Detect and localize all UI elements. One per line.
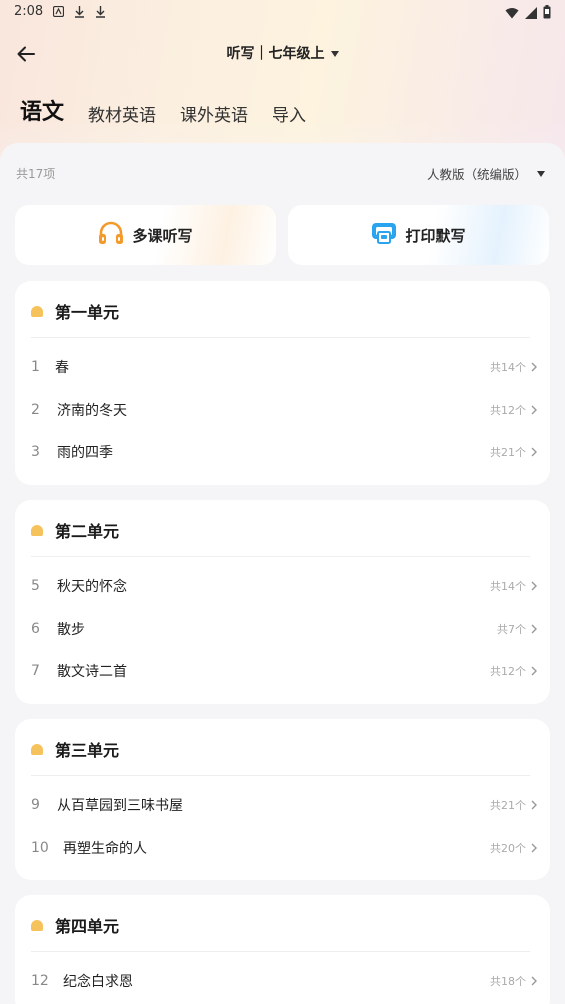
lesson-word-count: 共14个 [490, 580, 526, 593]
lesson-number: 6 [31, 621, 40, 637]
lesson-number: 7 [31, 663, 40, 679]
chevron-right-icon [531, 800, 537, 810]
divider [31, 951, 530, 952]
caret-down-icon [537, 170, 545, 177]
chevron-right-icon [531, 362, 537, 372]
lesson-number: 2 [31, 402, 40, 418]
lesson-title: 纪念白求恩 [63, 974, 133, 990]
lesson-number: 3 [31, 444, 40, 460]
status-bar: 2:08 [0, 0, 565, 24]
grade-selector[interactable]: 听写｜七年级上 [0, 40, 565, 66]
signal-icon [525, 4, 537, 23]
unit-bullet-icon [31, 305, 43, 317]
print-dictation-label: 打印默写 [405, 226, 466, 245]
lesson-number: 9 [31, 797, 40, 813]
lesson-row[interactable]: 12 纪念白求恩 共18个 [15, 963, 550, 999]
status-time: 2:08 [14, 4, 44, 19]
lesson-row[interactable]: 6 散步 共7个 [15, 611, 550, 647]
app-notification-icon [52, 3, 65, 19]
lesson-word-count: 共12个 [490, 665, 526, 678]
lesson-word-count: 共14个 [490, 361, 526, 374]
lesson-title: 秋天的怀念 [57, 579, 127, 595]
unit-card: 第一单元 1 春 共14个 2 济南的冬天 共12个 3 雨的四季 共21个 [15, 281, 550, 485]
system-icons [505, 4, 551, 23]
page-title: 听写｜七年级上 [226, 46, 325, 62]
lesson-title: 春 [55, 360, 69, 376]
divider [31, 556, 530, 557]
lesson-word-count: 共7个 [497, 623, 526, 636]
lesson-word-count: 共21个 [490, 799, 526, 812]
tab-chinese[interactable]: 语文 [20, 94, 64, 126]
lesson-row[interactable]: 7 散文诗二首 共12个 [15, 653, 550, 689]
lesson-title: 从百草园到三味书屋 [57, 798, 183, 814]
unit-bullet-icon [31, 743, 43, 755]
unit-header: 第四单元 [31, 913, 119, 937]
print-dictation-button[interactable]: 打印默写 [288, 205, 549, 265]
chevron-right-icon [531, 666, 537, 676]
lesson-word-count: 共18个 [490, 975, 526, 988]
chevron-right-icon [531, 447, 537, 457]
lesson-row[interactable]: 9 从百草园到三味书屋 共21个 [15, 787, 550, 823]
unit-header: 第一单元 [31, 299, 119, 323]
lesson-title: 济南的冬天 [57, 403, 127, 419]
divider [31, 337, 530, 338]
lesson-number: 5 [31, 578, 40, 594]
lesson-number: 12 [31, 973, 49, 989]
tab-extra-english[interactable]: 课外英语 [180, 101, 248, 126]
tab-textbook-english[interactable]: 教材英语 [88, 101, 156, 126]
unit-bullet-icon [31, 919, 43, 931]
download-icon [94, 3, 107, 19]
lesson-word-count: 共12个 [490, 404, 526, 417]
chevron-right-icon [531, 581, 537, 591]
unit-card: 第三单元 9 从百草园到三味书屋 共21个 10 再塑生命的人 共20个 [15, 719, 550, 880]
unit-header: 第二单元 [31, 518, 119, 542]
lesson-number: 10 [31, 840, 49, 856]
wifi-icon [505, 4, 519, 23]
chevron-right-icon [531, 624, 537, 634]
unit-title: 第四单元 [55, 917, 120, 936]
unit-title: 第一单元 [55, 303, 120, 322]
unit-card: 第二单元 5 秋天的怀念 共14个 6 散步 共7个 7 散文诗二首 共12个 [15, 500, 550, 704]
chevron-right-icon [531, 976, 537, 986]
lesson-title: 散文诗二首 [57, 664, 127, 680]
multi-lesson-dictation-label: 多课听写 [132, 226, 193, 245]
lesson-word-count: 共21个 [490, 446, 526, 459]
lesson-row[interactable]: 10 再塑生命的人 共20个 [15, 830, 550, 866]
lesson-title: 散步 [57, 622, 85, 638]
divider [31, 775, 530, 776]
lesson-title: 再塑生命的人 [63, 841, 147, 857]
battery-icon [543, 4, 551, 23]
unit-card: 第四单元 12 纪念白求恩 共18个 [15, 895, 550, 1004]
item-count: 共17项 [16, 167, 56, 181]
unit-title: 第三单元 [55, 741, 120, 760]
lesson-row[interactable]: 3 雨的四季 共21个 [15, 434, 550, 470]
headphones-icon [98, 221, 124, 249]
chevron-right-icon [531, 843, 537, 853]
lesson-number: 1 [31, 359, 40, 375]
lesson-row[interactable]: 5 秋天的怀念 共14个 [15, 568, 550, 604]
chevron-right-icon [531, 405, 537, 415]
download-icon [73, 3, 86, 19]
lesson-row[interactable]: 2 济南的冬天 共12个 [15, 392, 550, 428]
edition-selector[interactable]: 人教版（统编版） [427, 164, 545, 183]
subject-tabs: 语文 教材英语 课外英语 导入 [20, 94, 330, 126]
lesson-word-count: 共20个 [490, 842, 526, 855]
lesson-row[interactable]: 1 春 共14个 [15, 349, 550, 385]
unit-bullet-icon [31, 524, 43, 536]
lesson-title: 雨的四季 [57, 445, 113, 461]
printer-icon [371, 221, 397, 249]
multi-lesson-dictation-button[interactable]: 多课听写 [15, 205, 276, 265]
caret-down-icon [330, 50, 339, 57]
unit-header: 第三单元 [31, 737, 119, 761]
notification-icons [52, 3, 107, 19]
unit-title: 第二单元 [55, 522, 120, 541]
edition-label: 人教版（统编版） [426, 167, 527, 182]
tab-import[interactable]: 导入 [272, 101, 306, 126]
